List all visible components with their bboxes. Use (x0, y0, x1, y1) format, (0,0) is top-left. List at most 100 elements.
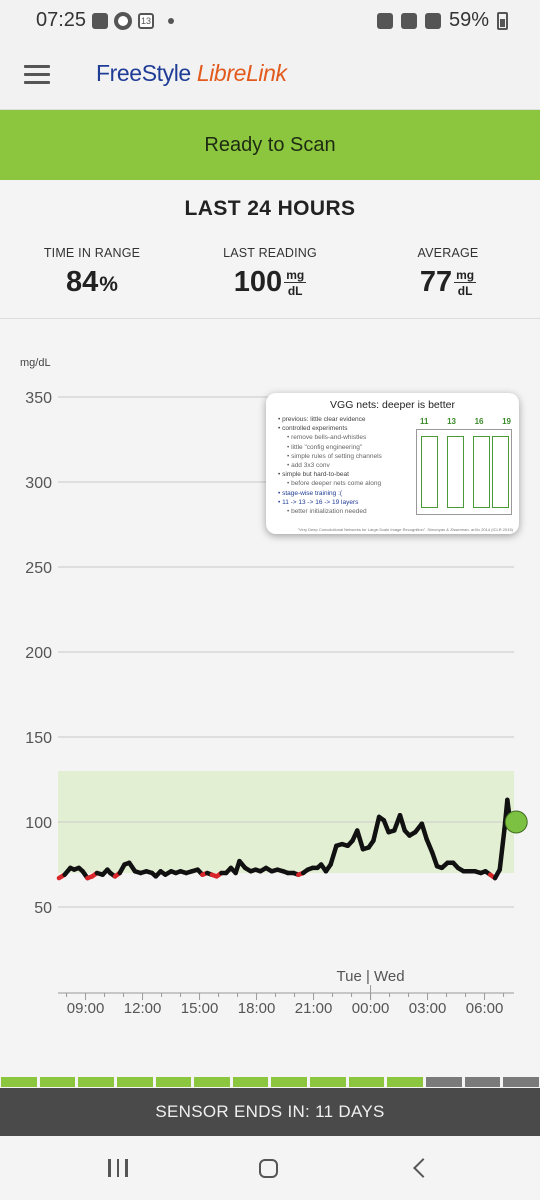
sensor-segment (426, 1077, 462, 1087)
media-icon (114, 12, 132, 30)
overlay-table (416, 429, 512, 515)
overlay-bullet: • little "config engineering" (287, 443, 363, 451)
app-bar: FreeStyle LibreLink (0, 38, 540, 110)
x-tick-label: 09:00 (67, 1000, 105, 1017)
overlay-column (492, 436, 509, 508)
last-reading-unit: mg dL (284, 267, 307, 298)
status-time: 07:25 (36, 9, 87, 31)
battery-percent: 59% (448, 9, 489, 31)
unit-mg: mg (454, 267, 477, 283)
wifi-icon (400, 12, 417, 29)
sensor-segment (387, 1077, 424, 1087)
average-unit: mg dL (454, 267, 477, 298)
back-icon[interactable] (400, 1152, 440, 1184)
day-label: Tue | Wed (337, 968, 405, 985)
signal-icon (424, 12, 441, 29)
logo-freestyle: FreeStyle (96, 60, 191, 86)
y-tick-label: 250 (25, 560, 52, 577)
section-title: LAST 24 HOURS (184, 197, 356, 220)
x-tick-label: 03:00 (409, 1000, 447, 1017)
overlay-bullet-list: • previous: little clear evidence • contr… (278, 415, 418, 516)
overlay-bullet: • remove bells-and-whistles (287, 434, 367, 442)
overlay-column (447, 436, 464, 508)
unit-dl: dL (457, 283, 473, 298)
dot-icon (168, 18, 174, 24)
sensor-segment (39, 1077, 76, 1087)
sensor-segment (464, 1077, 501, 1087)
sensor-segment (348, 1077, 385, 1087)
gallery-icon (92, 13, 108, 29)
overlay-column-number: 13 (447, 417, 456, 426)
calendar-icon: 13 (138, 13, 154, 29)
overlay-bullet: • simple but hard-to-beat (278, 471, 349, 479)
last-reading-stat: LAST READING 100 mg dL (180, 246, 360, 299)
time-in-range-value: 84 (66, 266, 99, 298)
sensor-segment (155, 1077, 192, 1087)
average-label: AVERAGE (417, 246, 479, 260)
overlay-bullet: • simple rules of setting channels (287, 452, 382, 460)
overlay-column-number: 19 (502, 417, 511, 426)
hamburger-menu-icon[interactable] (24, 65, 50, 85)
last-reading-value: 100 (233, 266, 283, 298)
unit-mg: mg (284, 267, 307, 283)
notification-icons: 13 (92, 12, 174, 30)
y-tick-label: 50 (34, 900, 52, 917)
overlay-column-number: 16 (474, 417, 484, 426)
sensor-segment (116, 1077, 153, 1087)
y-tick-label: 100 (25, 815, 52, 832)
x-tick-label: 15:00 (181, 1000, 219, 1017)
overlay-column-number: 11 (420, 417, 429, 426)
app-logo: FreeStyle LibreLink (96, 60, 287, 87)
y-tick-label: 350 (25, 390, 52, 407)
overlay-bullet: • stage-wise training :( (278, 489, 343, 497)
overlay-bullet: • better initialization needed (287, 508, 367, 516)
x-tick-label: 12:00 (124, 1000, 162, 1017)
logo-librelink: LibreLink (196, 60, 287, 86)
x-tick-label: 00:00 (352, 1000, 390, 1017)
overlay-citation: "Very Deep Convolutional Networks for La… (297, 527, 513, 532)
y-tick-label: 150 (25, 730, 52, 747)
sensor-progress-bar (0, 1077, 540, 1087)
overlay-column (473, 436, 490, 508)
sensor-segment (232, 1077, 269, 1087)
y-tick-label: 200 (25, 645, 52, 662)
last-reading-label: LAST READING (223, 246, 317, 260)
x-tick-label: 06:00 (466, 1000, 504, 1017)
sensor-segment (271, 1077, 308, 1087)
alarm-icon (376, 12, 393, 29)
home-icon[interactable] (248, 1152, 288, 1184)
recent-apps-icon[interactable] (98, 1152, 138, 1184)
average-stat: AVERAGE 77 mg dL (358, 246, 538, 299)
battery-icon (497, 11, 508, 30)
ready-to-scan-button[interactable]: Ready to Scan (0, 110, 540, 180)
y-axis-label: mg/dL (20, 357, 51, 369)
sensor-segment (503, 1077, 539, 1087)
time-in-range-stat: TIME IN RANGE 84% (2, 246, 182, 299)
x-tick-label: 18:00 (238, 1000, 276, 1017)
status-bar: 07:25 13 59% (0, 0, 540, 38)
sensor-segment (310, 1077, 346, 1087)
x-tick-label: 21:00 (295, 1000, 333, 1017)
overlay-bullet: • previous: little clear evidence (278, 416, 366, 423)
overlay-bullet: • add 3x3 conv (287, 462, 330, 470)
unit-dl: dL (287, 283, 303, 298)
average-value: 77 (419, 266, 453, 298)
time-in-range-label: TIME IN RANGE (43, 246, 141, 260)
overlay-column-numbers: 11 13 16 19 (418, 417, 513, 426)
overlay-title: VGG nets: deeper is better (330, 399, 455, 411)
time-in-range-unit: % (99, 272, 118, 296)
slide-overlay[interactable]: VGG nets: deeper is better • previous: l… (266, 393, 519, 534)
overlay-bullet: • controlled experiments (278, 425, 348, 433)
system-icons: 59% (376, 9, 508, 32)
sensor-segment (1, 1077, 37, 1087)
overlay-bullet: • before deeper nets come along (287, 480, 382, 488)
overlay-column (421, 436, 438, 508)
divider (0, 318, 540, 319)
sensor-segment (194, 1077, 230, 1087)
sensor-segment (78, 1077, 114, 1087)
navigation-bar (0, 1136, 540, 1200)
overlay-bullet: • 11 -> 13 -> 16 -> 19 layers (278, 498, 359, 506)
sensor-ends-banner: SENSOR ENDS IN: 11 DAYS (0, 1088, 540, 1136)
y-tick-label: 300 (25, 475, 52, 492)
current-reading-dot (504, 810, 528, 834)
